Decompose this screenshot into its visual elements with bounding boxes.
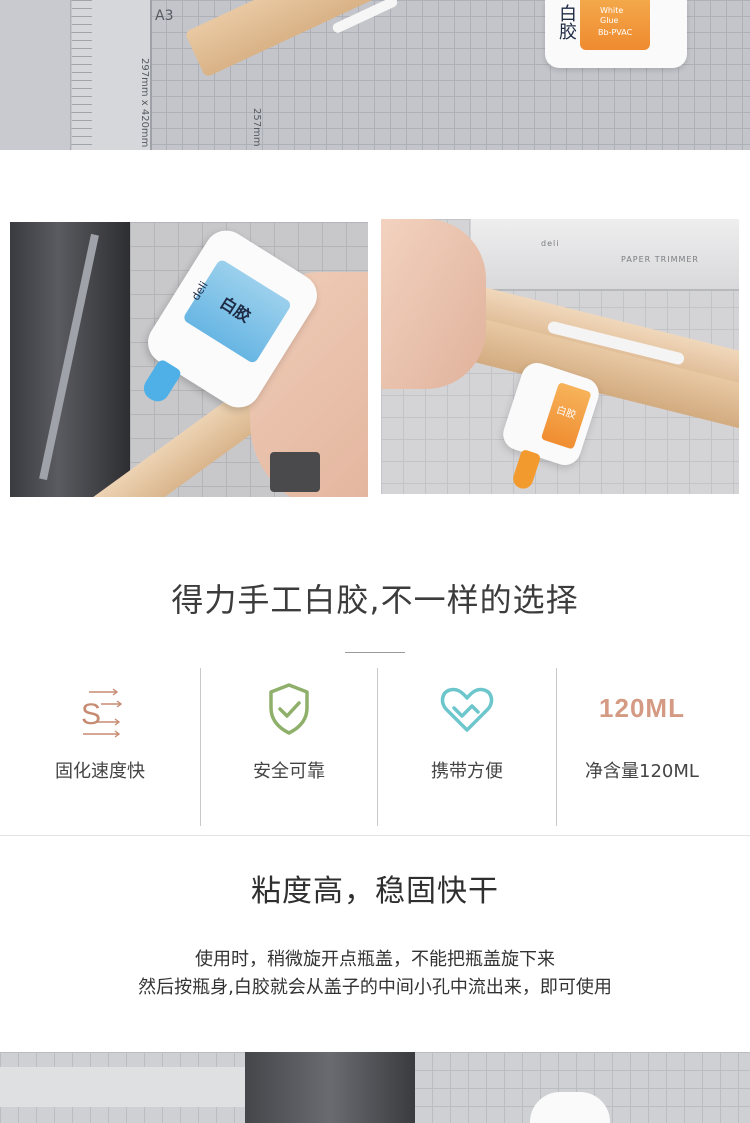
volume-badge: 120ML (599, 693, 685, 723)
bottle-brand-cn: 白胶 (556, 4, 577, 40)
feature-label: 携带方便 (431, 761, 503, 782)
bottle-product-cn: 白胶 (554, 404, 578, 422)
mat-size-dims: 297mm x 420mm (139, 58, 150, 148)
headline-divider (345, 652, 405, 653)
svg-text:S: S (81, 698, 101, 731)
mat-measure-label: 257mm (251, 108, 262, 147)
bottle-label: 白胶 (540, 381, 592, 450)
paper-trimmer (245, 1052, 415, 1123)
product-photo-right: deli PAPER TRIMMER 白胶 (381, 219, 739, 494)
ruler-scale (72, 0, 92, 150)
hand (381, 219, 486, 389)
heart-icon (440, 686, 494, 738)
feature-label: 固化速度快 (55, 761, 145, 782)
feature-volume: 120ML 净含量120ML (557, 668, 727, 826)
bottle-label-text: White (600, 6, 624, 15)
speed-s-icon: S (75, 682, 125, 746)
feature-label: 安全可靠 (253, 761, 325, 782)
bottle-label: White Glue Bb-PVAC (580, 0, 650, 50)
feature-fast-cure: S 固化速度快 (0, 668, 200, 826)
section-subheading: 粘度高，稳固快干 (251, 874, 499, 909)
description-line: 使用时，稍微旋开点瓶盖，不能把瓶盖旋下来 (195, 949, 555, 970)
trimmer-text: PAPER TRIMMER (621, 255, 699, 264)
shield-check-icon (266, 682, 312, 740)
trimmer-brand: deli (541, 239, 560, 248)
feature-label: 净含量120ML (585, 761, 699, 782)
product-photo-bottom (0, 1052, 750, 1123)
trimmer-blade (39, 233, 99, 481)
product-photo-left: deli 白胶 (10, 222, 368, 497)
bottle-label-text: Glue (600, 16, 619, 25)
product-photo-top: A3 297mm x 420mm 257mm White Glue Bb-PVA… (0, 0, 750, 150)
cutter-handle (270, 452, 320, 492)
glue-bottle: White Glue Bb-PVAC 白胶 (545, 0, 687, 68)
bottle-label-text: Bb-PVAC (598, 28, 633, 37)
section-headline: 得力手工白胶,不一样的选择 (171, 581, 579, 619)
paper-trimmer: deli PAPER TRIMMER (471, 219, 739, 291)
feature-portable: 携带方便 (378, 668, 556, 826)
paper-trimmer (10, 222, 130, 497)
mat-size-label: A3 (155, 8, 174, 24)
description-line: 然后按瓶身,白胶就会从盖子的中间小孔中流出来，即可使用 (138, 977, 612, 998)
feature-row: S 固化速度快 安全可靠 携带方便 120ML 净含量120ML (0, 668, 750, 826)
feature-safe: 安全可靠 (201, 668, 377, 826)
section-divider (0, 835, 750, 836)
